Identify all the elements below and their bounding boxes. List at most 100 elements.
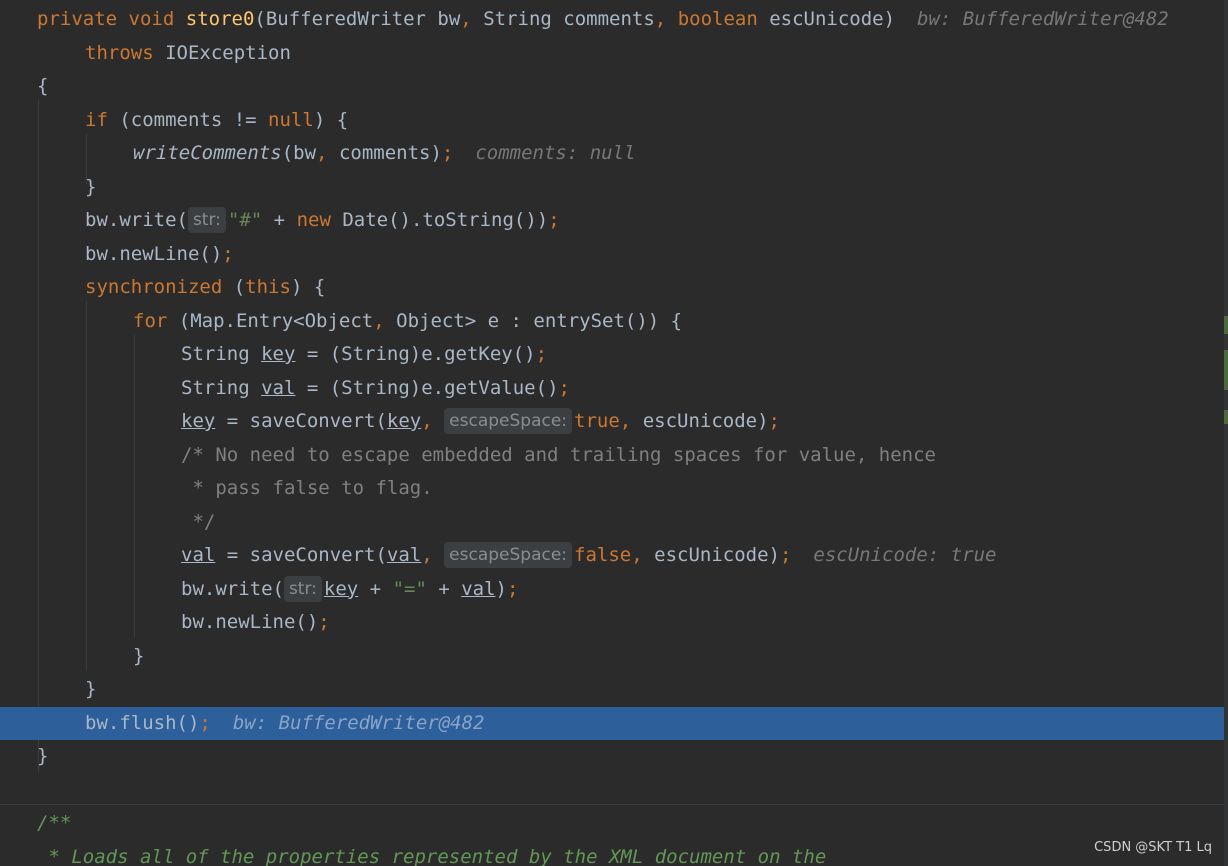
- code-text: String comments: [471, 8, 655, 30]
- code-line-9[interactable]: synchronized (this) {: [0, 271, 1228, 305]
- punctuation: ,: [421, 544, 433, 566]
- code-text: {: [37, 75, 49, 97]
- block-comment: * pass false to flag.: [181, 477, 433, 499]
- code-line-24[interactable]: /**: [0, 807, 1228, 841]
- vertical-scrollbar[interactable]: [1224, 0, 1228, 866]
- code-text: }: [85, 678, 97, 700]
- punctuation: ,: [460, 8, 472, 30]
- keyword: null: [268, 108, 314, 131]
- variable: val: [261, 376, 296, 399]
- code-text: bw.newLine(): [85, 242, 223, 265]
- method-call: writeComments: [133, 142, 282, 164]
- code-line-25[interactable]: * Loads all of the properties represente…: [0, 841, 1228, 866]
- code-line-21[interactable]: }: [0, 673, 1228, 707]
- variable: val: [181, 544, 216, 566]
- code-line-19[interactable]: bw.newLine();: [0, 606, 1228, 640]
- code-line-18[interactable]: bw.write(str: key + "=" + val);: [0, 573, 1228, 607]
- punctuation: ;: [535, 343, 548, 365]
- punctuation: ,: [421, 410, 433, 432]
- code-line-8[interactable]: bw.newLine();: [0, 238, 1228, 272]
- string-literal: "=": [392, 577, 427, 600]
- watermark-text: CSDN @SKT T1 Lq: [1094, 840, 1212, 855]
- current-execution-line[interactable]: bw.flush(); bw: BufferedWriter@482: [0, 706, 1228, 740]
- code-text: escUnicode): [757, 8, 896, 30]
- code-line-20[interactable]: }: [0, 640, 1228, 674]
- debug-inlay-value: bw: BufferedWriter@482: [917, 8, 1169, 30]
- code-text: escUnicode): [631, 410, 769, 432]
- code-text: bw.write(: [85, 209, 188, 231]
- code-line-4[interactable]: if (comments != null) {: [0, 104, 1228, 138]
- code-text: +: [262, 209, 297, 231]
- code-line-16[interactable]: */: [0, 506, 1228, 540]
- code-text: String: [181, 343, 262, 365]
- code-text: (BufferedWriter bw: [254, 8, 461, 30]
- code-text: escUnicode): [642, 544, 780, 566]
- code-text: = (String)e.getKey(): [295, 343, 536, 365]
- doc-comment: /**: [37, 812, 72, 834]
- string-literal: "#": [227, 209, 263, 231]
- debug-inlay-value: escUnicode: true: [813, 544, 997, 566]
- code-text: = saveConvert(: [215, 410, 387, 432]
- keyword: if: [85, 108, 108, 131]
- code-line-14[interactable]: /* No need to escape embedded and traili…: [0, 439, 1228, 473]
- punctuation: ,: [373, 309, 385, 332]
- code-line-15[interactable]: * pass false to flag.: [0, 472, 1228, 506]
- code-line-7[interactable]: bw.write(str: "#" + new Date().toString()…: [0, 204, 1228, 238]
- punctuation: ;: [318, 611, 330, 633]
- code-line-3[interactable]: {: [0, 70, 1228, 104]
- punctuation: ,: [654, 8, 667, 30]
- punctuation: ,: [631, 544, 643, 566]
- method-name: store0: [185, 8, 255, 30]
- punctuation: ;: [441, 142, 454, 164]
- keyword: boolean: [677, 8, 758, 30]
- scroll-marker: [1224, 350, 1228, 390]
- keyword: throws: [85, 41, 154, 64]
- punctuation: ;: [548, 209, 560, 231]
- code-line-17[interactable]: val = saveConvert(val, escapeSpace: false…: [0, 539, 1228, 573]
- code-line-6[interactable]: }: [0, 171, 1228, 205]
- parameter-hint: escapeSpace:: [444, 542, 573, 568]
- debug-inlay-value: bw: BufferedWriter@482: [232, 711, 485, 734]
- code-line-1[interactable]: private void store0(BufferedWriter bw, S…: [0, 3, 1228, 37]
- keyword: this: [245, 276, 291, 298]
- variable: key: [386, 410, 422, 432]
- code-line-10[interactable]: for (Map.Entry<Object, Object> e : entry…: [0, 305, 1228, 339]
- code-line-12[interactable]: String val = (String)e.getValue();: [0, 372, 1228, 406]
- code-text: ) {: [313, 108, 349, 131]
- code-text: }: [133, 644, 145, 667]
- debug-inlay-value: comments: null: [475, 142, 636, 164]
- punctuation: ,: [619, 410, 632, 432]
- parameter-hint: str:: [187, 207, 226, 233]
- code-text: ): [495, 577, 507, 600]
- code-text: String: [181, 376, 262, 399]
- parameter-hint: str:: [283, 575, 322, 602]
- keyword: new: [296, 209, 331, 231]
- scroll-marker: [1224, 316, 1228, 334]
- code-editor[interactable]: private void store0(BufferedWriter bw, S…: [0, 0, 1228, 866]
- keyword: true: [574, 410, 620, 432]
- method-separator: [0, 804, 1228, 805]
- code-text: +: [426, 577, 462, 600]
- code-line-13[interactable]: key = saveConvert(key, escapeSpace: true,…: [0, 405, 1228, 439]
- code-text: Date().toString()): [330, 209, 549, 231]
- code-line-5[interactable]: writeComments(bw, comments); comments: nu…: [0, 137, 1228, 171]
- code-line-11[interactable]: String key = (String)e.getKey();: [0, 338, 1228, 372]
- code-text: ) {: [290, 276, 326, 298]
- punctuation: ;: [558, 376, 570, 399]
- block-comment: */: [181, 510, 216, 533]
- variable: val: [461, 577, 496, 600]
- parameter-hint: escapeSpace:: [444, 408, 573, 434]
- keyword: void: [128, 8, 175, 30]
- code-text: bw.flush(): [85, 711, 200, 734]
- punctuation: ;: [507, 577, 519, 600]
- keyword: synchronized: [85, 276, 223, 298]
- code-text: (bw: [281, 142, 317, 164]
- punctuation: ;: [222, 242, 234, 265]
- code-text: IOException: [153, 41, 291, 64]
- punctuation: ;: [768, 410, 780, 432]
- punctuation: ;: [779, 544, 792, 566]
- code-line-2[interactable]: throws IOException: [0, 37, 1228, 71]
- variable: key: [323, 577, 359, 600]
- code-line-23[interactable]: }: [0, 740, 1228, 774]
- code-text: (Map.Entry<Object: [167, 309, 374, 332]
